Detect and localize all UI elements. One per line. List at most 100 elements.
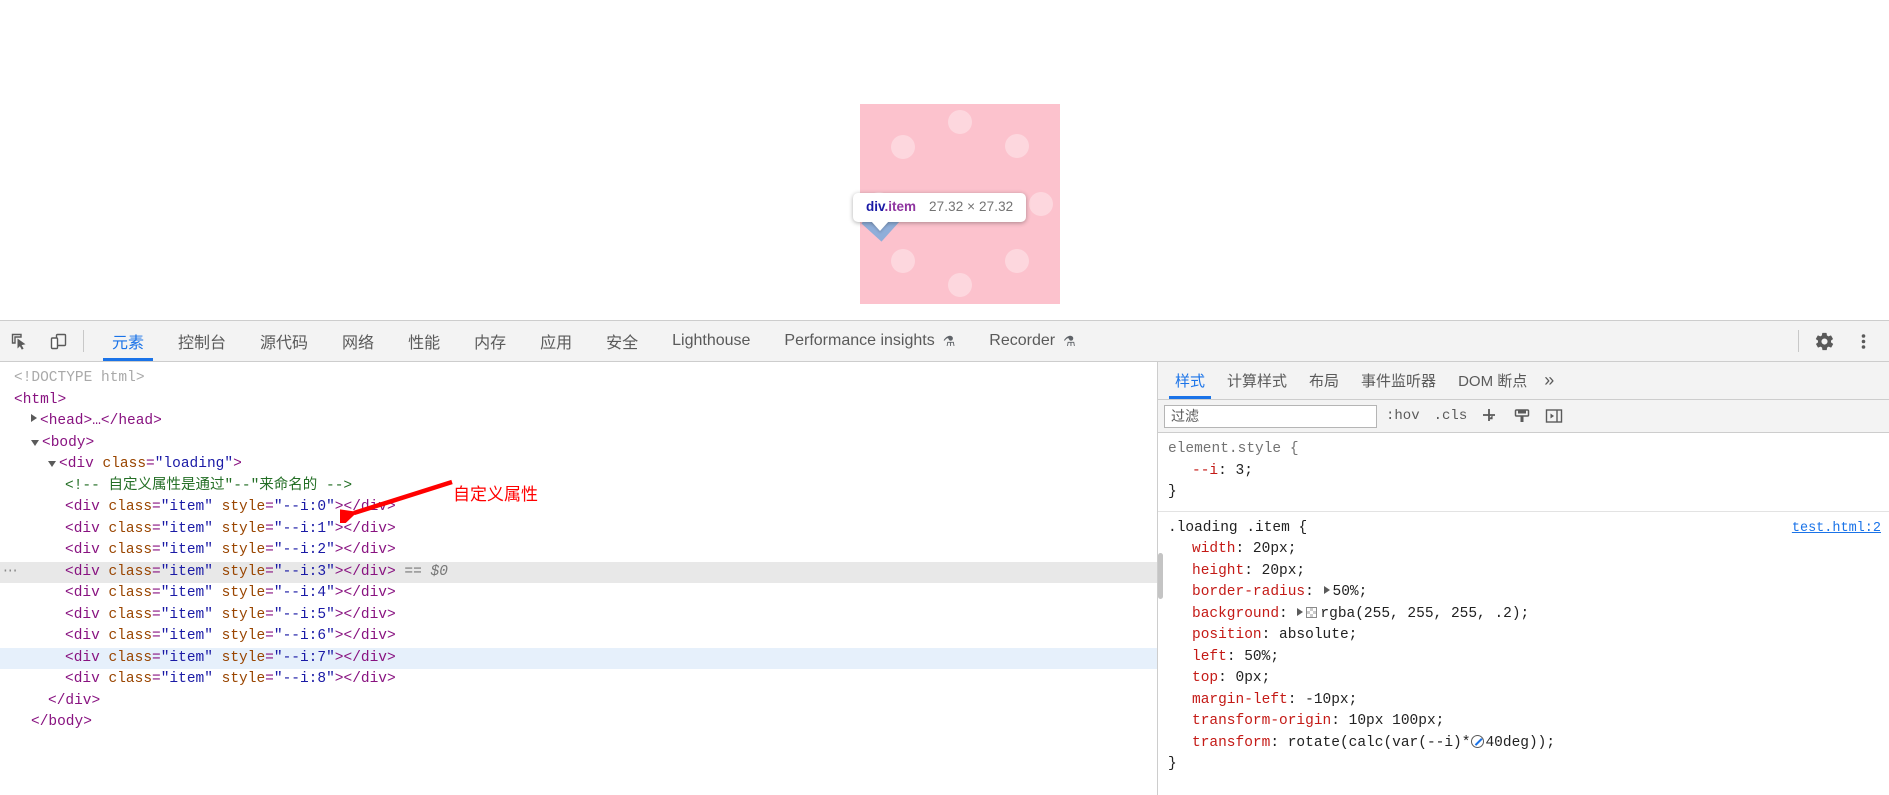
color-swatch-icon[interactable]: [1306, 606, 1318, 618]
css-property-value[interactable]: absolute;: [1279, 627, 1357, 643]
inspect-cursor-icon[interactable]: [0, 321, 39, 361]
css-property-value[interactable]: 0px;: [1236, 670, 1271, 686]
more-vertical-icon[interactable]: [1844, 332, 1883, 351]
css-declaration[interactable]: background: rgba(255, 255, 255, .2);: [1168, 604, 1889, 626]
css-property-value[interactable]: 50%;: [1244, 649, 1279, 665]
css-declaration[interactable]: height: 20px;: [1168, 561, 1889, 583]
device-toolbar-icon[interactable]: [39, 321, 78, 361]
dom-tree-row[interactable]: ⋯ <div class="item" style="--i:3"></div> …: [0, 561, 1157, 584]
devtools-tab-10[interactable]: Recorder ⚗: [972, 321, 1092, 361]
css-property-name[interactable]: width: [1192, 541, 1236, 557]
css-declaration[interactable]: margin-left: -10px;: [1168, 690, 1889, 712]
devtools-tab-2[interactable]: 源代码: [243, 321, 325, 361]
styles-tab-3[interactable]: 事件监听器: [1350, 362, 1447, 399]
html-attr-name: class: [102, 456, 147, 472]
print-styles-icon[interactable]: [1508, 407, 1536, 425]
styles-tab-0[interactable]: 样式: [1164, 362, 1216, 399]
styles-tabs-overflow-icon[interactable]: »: [1538, 362, 1560, 399]
styles-filter-input[interactable]: [1164, 404, 1377, 428]
styles-rules-list[interactable]: element.style {--i: 3;} .loading .item {t…: [1158, 433, 1889, 795]
devtools-tab-7[interactable]: 安全: [589, 321, 655, 361]
html-attr-name: class: [108, 563, 153, 580]
css-property-name[interactable]: height: [1192, 563, 1244, 579]
css-declaration[interactable]: transform-origin: 10px 100px;: [1168, 711, 1889, 733]
devtools-tab-4[interactable]: 性能: [391, 321, 457, 361]
dom-tree-row[interactable]: <div class="item" style="--i:1"></div>: [0, 519, 1157, 541]
css-property-name[interactable]: border-radius: [1192, 584, 1305, 600]
html-tag: <div: [65, 628, 109, 644]
experimental-flask-icon: ⚗: [942, 332, 956, 349]
devtools-tab-0[interactable]: 元素: [95, 321, 161, 361]
dom-tree-pane[interactable]: <!DOCTYPE html> <html> <head>…</head> <body…: [0, 362, 1157, 795]
css-property-value[interactable]: 3;: [1236, 463, 1253, 479]
css-declaration[interactable]: transform: rotate(calc(var(--i)* 40deg));: [1168, 733, 1889, 755]
devtools-tab-1[interactable]: 控制台: [161, 321, 243, 361]
css-property-value[interactable]: rgba(255, 255, 255, .2);: [1320, 606, 1529, 622]
css-property-name[interactable]: top: [1192, 670, 1218, 686]
devtools-tab-5[interactable]: 内存: [457, 321, 523, 361]
css-property-name[interactable]: background: [1192, 606, 1279, 622]
styles-tab-2[interactable]: 布局: [1298, 362, 1350, 399]
dom-tree-row[interactable]: <div class="item" style="--i:4"></div>: [0, 583, 1157, 605]
angle-picker-icon[interactable]: [1471, 734, 1485, 748]
dom-tree-row[interactable]: <!DOCTYPE html>: [0, 368, 1157, 390]
dom-tree-row[interactable]: <div class="item" style="--i:0"></div>: [0, 497, 1157, 519]
row-options-icon[interactable]: ⋯: [3, 562, 19, 584]
gear-icon[interactable]: [1805, 331, 1844, 352]
dom-tree-row[interactable]: <div class="item" style="--i:6"></div>: [0, 626, 1157, 648]
cls-button[interactable]: .cls: [1429, 406, 1473, 426]
expand-shorthand-icon[interactable]: [1323, 586, 1330, 594]
css-property-name[interactable]: transform: [1192, 735, 1270, 751]
toggle-sidebar-icon[interactable]: [1540, 407, 1568, 425]
css-rule-selector[interactable]: .loading .item {: [1168, 518, 1889, 540]
css-property-value[interactable]: 20px;: [1262, 563, 1306, 579]
dom-tree-row[interactable]: <body>: [0, 433, 1157, 455]
devtools-tab-label: 控制台: [178, 335, 227, 352]
html-tag: <div: [65, 606, 109, 623]
hov-button[interactable]: :hov: [1381, 406, 1425, 426]
css-property-name[interactable]: margin-left: [1192, 692, 1288, 708]
css-declaration[interactable]: left: 50%;: [1168, 647, 1889, 669]
css-property-value[interactable]: 20px;: [1253, 541, 1297, 557]
dom-tree-row[interactable]: <div class="item" style="--i:8"></div>: [0, 669, 1157, 691]
css-property-value[interactable]: 10px 100px;: [1349, 713, 1445, 729]
dom-tree-row[interactable]: <div class="item" style="--i:2"></div>: [0, 540, 1157, 562]
devtools-tab-9[interactable]: Performance insights ⚗: [767, 321, 972, 361]
css-declaration[interactable]: position: absolute;: [1168, 625, 1889, 647]
css-property-value[interactable]: rotate(calc(var(--i)*: [1288, 735, 1471, 751]
dom-tree-row[interactable]: <div class="loading">: [0, 454, 1157, 476]
dom-tree-row[interactable]: <head>…</head>: [0, 411, 1157, 433]
css-property-name[interactable]: --i: [1192, 463, 1218, 479]
collapse-triangle-icon[interactable]: [31, 439, 39, 446]
dom-tree-row[interactable]: <!-- 自定义属性是通过"--"来命名的 -->: [0, 476, 1157, 498]
dom-tree-row[interactable]: <div class="item" style="--i:7"></div>: [0, 647, 1157, 669]
css-rule-source-link[interactable]: test.html:2: [1792, 518, 1881, 540]
dom-tree-row[interactable]: <html>: [0, 390, 1157, 412]
html-attr-name: style: [221, 563, 266, 580]
css-declaration[interactable]: --i: 3;: [1168, 461, 1889, 483]
devtools-tab-6[interactable]: 应用: [523, 321, 589, 361]
dom-tree-row[interactable]: </div>: [0, 691, 1157, 713]
css-declaration[interactable]: width: 20px;: [1168, 539, 1889, 561]
devtools-tab-8[interactable]: Lighthouse: [655, 321, 767, 361]
styles-tab-4[interactable]: DOM 断点: [1447, 362, 1538, 399]
styles-scrollbar[interactable]: [1158, 553, 1163, 599]
expand-shorthand-icon[interactable]: [1297, 607, 1304, 616]
loading-dot: [1005, 249, 1029, 273]
css-property-name[interactable]: left: [1192, 649, 1227, 665]
dom-tree-row[interactable]: </body>: [0, 712, 1157, 734]
loading-dot: [891, 249, 915, 273]
expand-triangle-icon[interactable]: [31, 414, 37, 422]
css-property-name[interactable]: transform-origin: [1192, 713, 1331, 729]
devtools-tab-3[interactable]: 网络: [325, 321, 391, 361]
css-property-value[interactable]: -10px;: [1305, 692, 1357, 708]
css-property-value[interactable]: 50%;: [1333, 584, 1368, 600]
css-declaration[interactable]: border-radius: 50%;: [1168, 582, 1889, 604]
css-rule-selector[interactable]: element.style {: [1168, 439, 1889, 461]
new-style-rule-plus-icon[interactable]: [1476, 407, 1504, 425]
dom-tree-row[interactable]: <div class="item" style="--i:5"></div>: [0, 605, 1157, 627]
styles-tab-1[interactable]: 计算样式: [1216, 362, 1298, 399]
css-declaration[interactable]: top: 0px;: [1168, 668, 1889, 690]
css-property-name[interactable]: position: [1192, 627, 1262, 643]
collapse-triangle-icon[interactable]: [48, 461, 56, 467]
